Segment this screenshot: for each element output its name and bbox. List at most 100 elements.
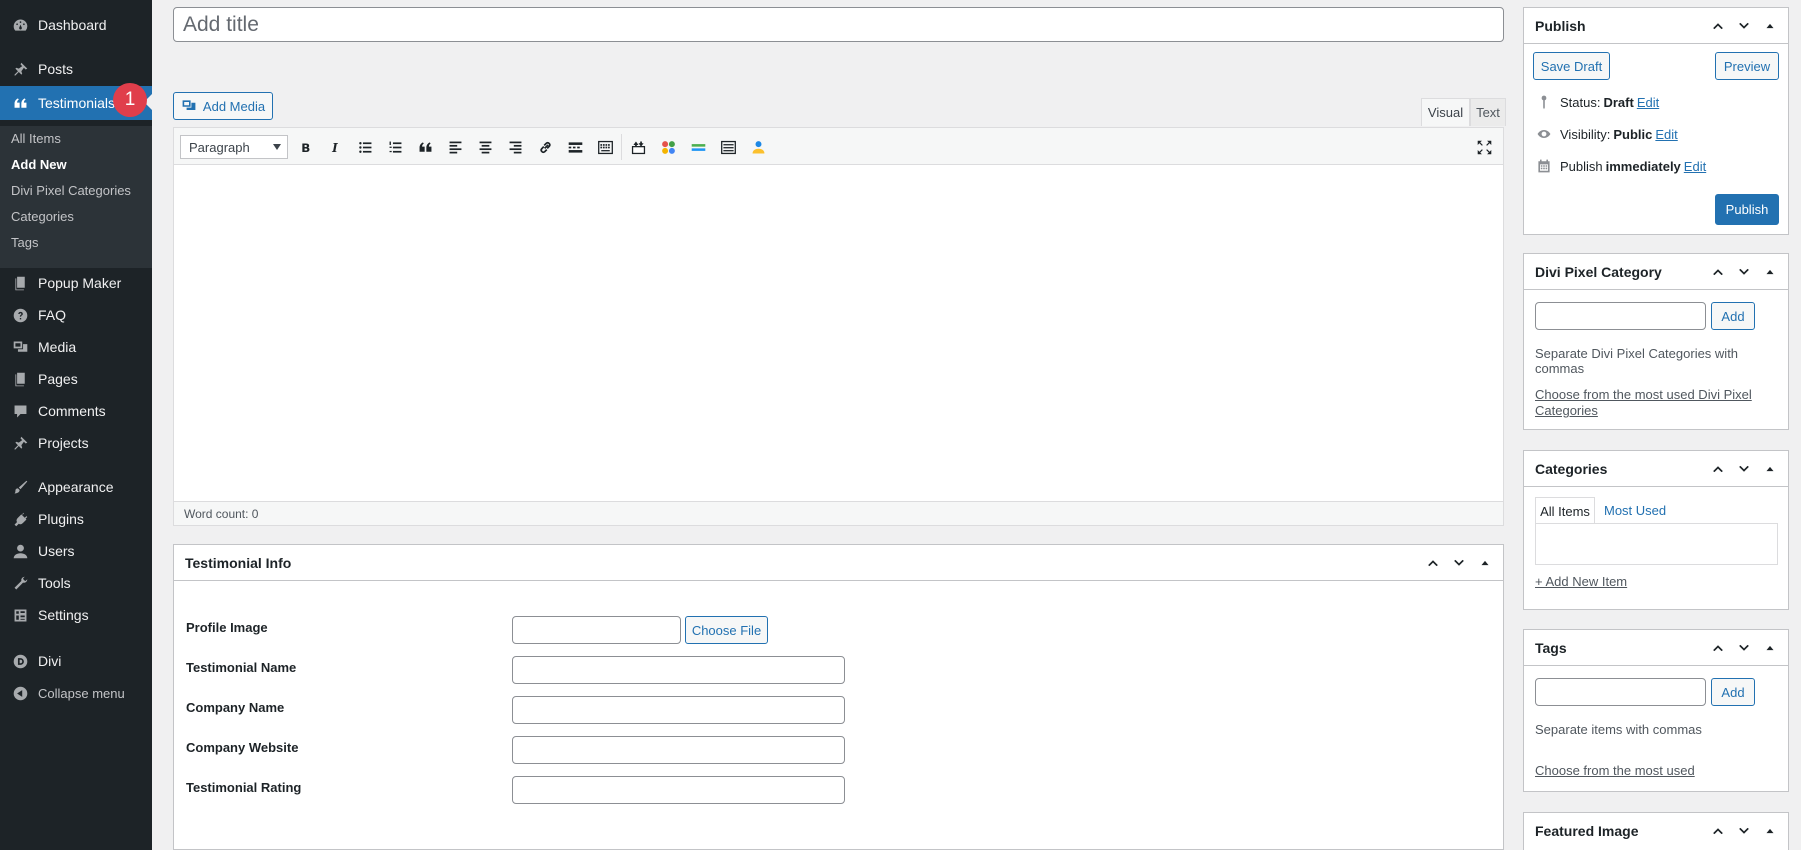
italic-button[interactable]: I: [324, 136, 346, 158]
status-row: Status: Draft Edit: [1536, 94, 1659, 110]
menu-comments[interactable]: Comments: [0, 396, 152, 426]
company-website-input[interactable]: [512, 736, 845, 764]
publish-button[interactable]: Publish: [1715, 194, 1779, 225]
align-left-button[interactable]: [444, 136, 466, 158]
move-up-button[interactable]: [1708, 638, 1728, 658]
read-more-button[interactable]: [564, 136, 586, 158]
choose-file-button[interactable]: Choose File: [685, 616, 768, 644]
menu-posts-label: Posts: [38, 61, 74, 77]
categories-tab-all[interactable]: All Items: [1535, 497, 1595, 524]
save-draft-button[interactable]: Save Draft: [1533, 52, 1610, 80]
menu-plugins[interactable]: Plugins: [0, 504, 152, 534]
insert-link-button[interactable]: [534, 136, 556, 158]
divi-pixel-category-title: Divi Pixel Category: [1535, 263, 1662, 280]
submenu-categories[interactable]: Categories: [11, 209, 74, 224]
numbered-list-icon: [389, 141, 401, 153]
move-up-button[interactable]: [1708, 821, 1728, 841]
format-select[interactable]: Paragraph: [180, 135, 288, 159]
move-down-button[interactable]: [1734, 459, 1754, 479]
menu-pages-label: Pages: [38, 371, 78, 387]
align-center-button[interactable]: [474, 136, 496, 158]
add-media-button[interactable]: Add Media: [173, 92, 273, 120]
divi-user-button[interactable]: [747, 136, 769, 158]
publish-title: Publish: [1535, 17, 1586, 34]
divi-pixel-category-input[interactable]: [1535, 302, 1706, 330]
edit-publish-time-link[interactable]: Edit: [1684, 159, 1706, 174]
menu-media[interactable]: Media: [0, 332, 152, 362]
move-down-button[interactable]: [1734, 262, 1754, 282]
menu-pages[interactable]: Pages: [0, 364, 152, 394]
caret-up-icon: [1766, 269, 1774, 275]
submenu-add-new[interactable]: Add New: [11, 157, 67, 172]
menu-users[interactable]: Users: [0, 536, 152, 566]
menu-users-label: Users: [38, 543, 75, 559]
menu-divi[interactable]: Divi: [0, 646, 152, 676]
preview-button[interactable]: Preview: [1715, 52, 1779, 80]
move-up-button[interactable]: [1708, 459, 1728, 479]
menu-settings[interactable]: Settings: [0, 600, 152, 630]
read-more-icon: [568, 141, 582, 153]
collapse-menu-button[interactable]: Collapse menu: [0, 678, 152, 708]
bold-button[interactable]: B: [294, 136, 316, 158]
menu-dashboard[interactable]: Dashboard: [0, 10, 152, 40]
tab-visual[interactable]: Visual: [1421, 98, 1470, 126]
move-up-button[interactable]: [1423, 553, 1443, 573]
move-down-button[interactable]: [1449, 553, 1469, 573]
toggle-panel-button[interactable]: [1760, 16, 1780, 36]
edit-visibility-link[interactable]: Edit: [1655, 127, 1677, 142]
svg-text:I: I: [331, 140, 338, 154]
divi-divider-button[interactable]: [687, 136, 709, 158]
submenu-divi-pixel-categories[interactable]: Divi Pixel Categories: [11, 183, 131, 198]
menu-dashboard-label: Dashboard: [38, 17, 107, 33]
submenu-all-items[interactable]: All Items: [11, 131, 61, 146]
toggle-panel-button[interactable]: [1760, 638, 1780, 658]
toggle-panel-button[interactable]: [1475, 553, 1495, 573]
tab-text[interactable]: Text: [1470, 98, 1506, 126]
tags-input[interactable]: [1535, 678, 1706, 706]
profile-image-input[interactable]: [512, 616, 681, 644]
menu-appearance-label: Appearance: [38, 479, 114, 495]
post-title-input[interactable]: [173, 7, 1504, 42]
numbered-list-button[interactable]: [384, 136, 406, 158]
testimonial-rating-input[interactable]: [512, 776, 845, 804]
menu-appearance[interactable]: Appearance: [0, 472, 152, 502]
toolbar-toggle-button[interactable]: [594, 136, 616, 158]
move-down-button[interactable]: [1734, 821, 1754, 841]
toggle-panel-button[interactable]: [1760, 262, 1780, 282]
fullscreen-icon: [1477, 140, 1491, 154]
add-new-category-link[interactable]: + Add New Item: [1535, 574, 1627, 589]
align-right-button[interactable]: [504, 136, 526, 158]
toggle-panel-button[interactable]: [1760, 459, 1780, 479]
move-down-button[interactable]: [1734, 638, 1754, 658]
editor-content-area[interactable]: [174, 165, 1503, 504]
divi-shortcode-button[interactable]: [627, 136, 649, 158]
categories-tab-most-used[interactable]: Most Used: [1604, 497, 1666, 524]
menu-popup-maker[interactable]: Popup Maker: [0, 268, 152, 298]
divi-table-button[interactable]: [717, 136, 739, 158]
submenu-tags[interactable]: Tags: [11, 235, 38, 250]
menu-tools[interactable]: Tools: [0, 568, 152, 598]
divi-pixel-category-box: Divi Pixel Category Add Separate Divi Pi…: [1523, 253, 1789, 430]
testimonial-name-input[interactable]: [512, 656, 845, 684]
move-up-button[interactable]: [1708, 262, 1728, 282]
add-tag-button[interactable]: Add: [1711, 678, 1755, 706]
menu-testimonials-label: Testimonials: [38, 95, 116, 111]
bullet-list-button[interactable]: [354, 136, 376, 158]
add-divi-pixel-category-button[interactable]: Add: [1711, 302, 1755, 330]
divi-layout-button[interactable]: [657, 136, 679, 158]
blockquote-button[interactable]: [414, 136, 436, 158]
divi-pixel-category-most-used-link[interactable]: Choose from the most used Divi Pixel Cat…: [1535, 387, 1775, 419]
move-up-button[interactable]: [1708, 16, 1728, 36]
menu-comments-label: Comments: [38, 403, 106, 419]
menu-projects[interactable]: Projects: [0, 428, 152, 458]
menu-posts[interactable]: Posts: [0, 54, 152, 84]
company-name-input[interactable]: [512, 696, 845, 724]
menu-faq[interactable]: FAQ: [0, 300, 152, 330]
move-down-button[interactable]: [1734, 16, 1754, 36]
categories-checklist[interactable]: [1535, 523, 1778, 565]
edit-status-link[interactable]: Edit: [1637, 95, 1659, 110]
toggle-panel-button[interactable]: [1760, 821, 1780, 841]
fullscreen-button[interactable]: [1473, 136, 1495, 158]
tags-most-used-link[interactable]: Choose from the most used: [1535, 763, 1695, 778]
status-value: Draft: [1603, 94, 1634, 110]
